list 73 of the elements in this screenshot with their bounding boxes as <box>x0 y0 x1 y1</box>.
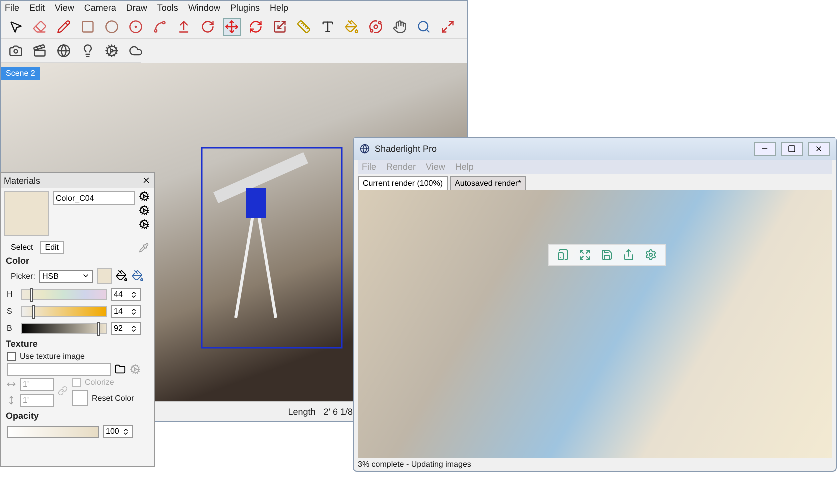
save-icon[interactable] <box>601 249 613 261</box>
pencil-icon[interactable] <box>55 18 73 36</box>
value-spinner[interactable]: 92 <box>111 322 141 335</box>
value-spinner[interactable]: 44 <box>111 288 141 301</box>
close-button[interactable] <box>808 142 830 156</box>
gear-icon[interactable] <box>103 42 121 60</box>
orbit-icon[interactable] <box>367 18 385 36</box>
menu-item[interactable]: Help <box>270 3 288 13</box>
spinner-arrows-icon[interactable] <box>122 428 130 436</box>
menu-item[interactable]: Window <box>188 3 220 13</box>
menu-item[interactable]: View <box>55 3 74 13</box>
value-spinner[interactable]: 100 <box>103 425 133 438</box>
section-heading: Opacity <box>6 411 40 421</box>
spinner-arrows-icon[interactable] <box>130 290 138 298</box>
width-arrow-icon <box>7 380 16 389</box>
sphere-icon[interactable] <box>55 42 73 60</box>
reset-color-label: Reset Color <box>92 394 134 402</box>
circle-icon[interactable] <box>103 18 121 36</box>
picker-label: Picker: <box>11 272 36 280</box>
length-value: 2' 6 1/8 <box>324 406 353 416</box>
pan-icon[interactable] <box>391 18 409 36</box>
slider-thumb[interactable] <box>97 322 100 336</box>
app-logo-icon <box>360 144 370 154</box>
length-label: Length <box>288 406 316 416</box>
clapperboard-icon[interactable] <box>31 42 49 60</box>
material-name-field[interactable]: Color_C04 <box>53 191 135 205</box>
slider-label: H <box>7 290 14 299</box>
status-text: 3% complete - Updating images <box>358 460 472 469</box>
panel-tab[interactable]: Edit <box>40 241 64 254</box>
menu-item[interactable]: Edit <box>30 3 46 13</box>
menu-item[interactable]: File <box>5 3 20 13</box>
panel-title: Materials <box>4 176 41 186</box>
eyedropper-icon[interactable] <box>139 242 149 252</box>
settings-icon[interactable] <box>645 249 657 261</box>
color-slider[interactable] <box>21 323 107 334</box>
picker-dropdown[interactable]: HSB <box>39 270 93 282</box>
slider-thumb[interactable] <box>30 288 34 302</box>
render-tab[interactable]: Current render (100%) <box>358 176 448 190</box>
section-heading: Color <box>6 256 30 266</box>
color-preview <box>96 268 112 284</box>
panel-tab[interactable]: Select <box>6 241 38 254</box>
expand-icon[interactable] <box>579 249 591 261</box>
spinner-arrows-icon[interactable] <box>130 308 138 316</box>
menu-item[interactable]: Camera <box>84 3 116 13</box>
close-icon[interactable] <box>142 176 151 185</box>
paint-bucket-icon[interactable] <box>116 270 128 282</box>
menu-item[interactable]: Draw <box>126 3 148 13</box>
menu-item[interactable]: Tools <box>157 3 178 13</box>
share-icon[interactable] <box>623 249 635 261</box>
material-swatch <box>4 191 49 236</box>
slider-label: S <box>7 307 14 316</box>
color-slider[interactable] <box>21 306 107 317</box>
move-icon[interactable] <box>223 18 241 36</box>
maximize-button[interactable] <box>781 142 803 156</box>
close-icon <box>815 145 823 153</box>
height-arrow-icon <box>7 396 16 405</box>
texture-path-field[interactable] <box>7 363 111 376</box>
menu-item[interactable]: Plugins <box>230 3 260 13</box>
window-title: Shaderlight Pro <box>375 144 438 154</box>
folder-icon[interactable] <box>115 364 126 375</box>
render-tab[interactable]: Autosaved render* <box>450 176 526 190</box>
value-spinner[interactable]: 14 <box>111 305 141 318</box>
maximize-icon <box>788 145 796 153</box>
tablet-icon[interactable] <box>557 249 569 261</box>
slider-thumb[interactable] <box>32 305 35 319</box>
color-slider[interactable] <box>21 289 107 300</box>
checkbox-label: Use texture image <box>20 352 85 361</box>
section-heading: Texture <box>6 339 38 349</box>
slider-label: B <box>7 324 14 333</box>
checkbox-label: Colorize <box>85 378 114 387</box>
spinner-arrows-icon[interactable] <box>130 324 138 332</box>
reset-color-swatch[interactable] <box>72 390 88 406</box>
checkbox[interactable] <box>7 352 16 361</box>
